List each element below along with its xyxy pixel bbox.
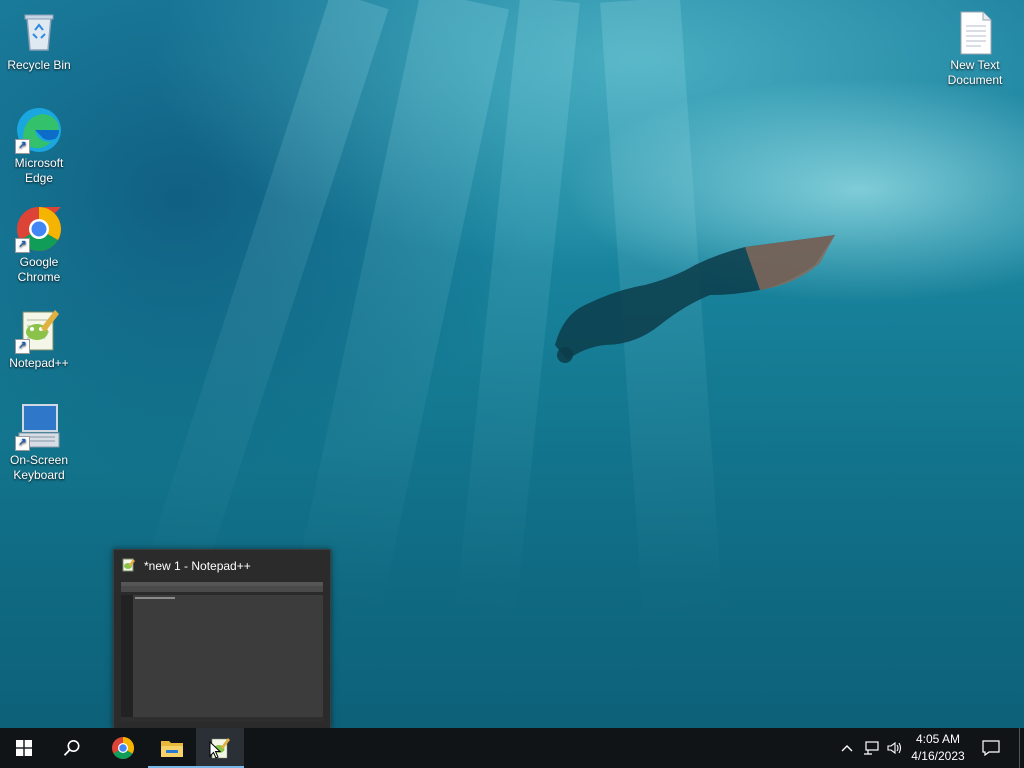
clock-time: 4:05 AM — [915, 732, 961, 746]
chrome-icon — [112, 737, 134, 759]
desktop-icon-on-screen-keyboard[interactable]: ↗ On-Screen Keyboard — [3, 403, 75, 483]
clock-button[interactable]: 4:05 AM 4/16/2023 — [906, 732, 970, 763]
search-icon — [63, 740, 80, 756]
shortcut-arrow-icon: ↗ — [15, 139, 30, 154]
network-button[interactable] — [859, 728, 883, 768]
shortcut-arrow-icon: ↗ — [15, 339, 30, 354]
desktop-icon-notepadpp[interactable]: ↗ Notepad++ — [3, 306, 75, 371]
taskbar-file-explorer-button[interactable] — [148, 728, 196, 768]
folder-icon — [161, 741, 183, 757]
show-hidden-icons-button[interactable] — [836, 728, 858, 768]
desktop-icon-recycle-bin[interactable]: Recycle Bin — [3, 8, 75, 73]
notepadpp-icon — [122, 558, 135, 572]
taskbar-chrome-button[interactable] — [99, 728, 147, 768]
notification-icon — [982, 740, 1000, 756]
desktop-icon-label: On-Screen — [9, 453, 69, 467]
volume-button[interactable] — [883, 728, 907, 768]
recycle-bin-icon — [15, 8, 63, 56]
desktop-icon-label: Document — [947, 73, 1003, 87]
taskbar-thumbnail-notepadpp[interactable]: *new 1 - Notepad++ — [113, 549, 331, 729]
chrome-icon: ↗ — [15, 205, 63, 253]
desktop-icon-label: Recycle Bin — [7, 58, 71, 72]
network-icon — [864, 741, 879, 755]
desktop-icon-label: Chrome — [17, 270, 61, 284]
desktop-icon-label: Google — [19, 255, 59, 269]
desktop-icon-label: Edge — [24, 171, 54, 185]
desktop-icon-label: New Text — [950, 58, 1000, 72]
edge-icon: ↗ — [15, 106, 63, 154]
taskbar: 4:05 AM 4/16/2023 — [0, 728, 1024, 768]
action-center-button[interactable] — [970, 728, 1012, 768]
mouse-cursor-icon — [209, 741, 221, 759]
text-document-icon — [951, 8, 999, 56]
notepadpp-icon: ↗ — [15, 306, 63, 354]
desktop-icon-label: Notepad++ — [9, 356, 69, 370]
desktop-icon-edge[interactable]: ↗ Microsoft Edge — [3, 106, 75, 186]
keyboard-icon: ↗ — [15, 403, 63, 451]
thumbnail-window-preview — [121, 582, 323, 722]
desktop-icon-label: Microsoft — [14, 156, 64, 170]
clock-date: 4/16/2023 — [911, 749, 965, 763]
desktop-icon-chrome[interactable]: ↗ Google Chrome — [3, 205, 75, 285]
shortcut-arrow-icon: ↗ — [15, 436, 30, 451]
shortcut-arrow-icon: ↗ — [15, 238, 30, 253]
chevron-up-icon — [841, 745, 853, 752]
desktop-icon-new-text-document[interactable]: New Text Document — [939, 8, 1011, 88]
start-button[interactable] — [0, 728, 48, 768]
thumbnail-title: *new 1 - Notepad++ — [144, 559, 251, 573]
wallpaper-diver — [555, 235, 835, 363]
show-desktop-button[interactable] — [1019, 728, 1020, 768]
desktop-icon-label: Keyboard — [13, 468, 65, 482]
speaker-icon — [887, 741, 902, 755]
search-button[interactable] — [48, 728, 96, 768]
windows-logo-icon — [16, 740, 32, 756]
